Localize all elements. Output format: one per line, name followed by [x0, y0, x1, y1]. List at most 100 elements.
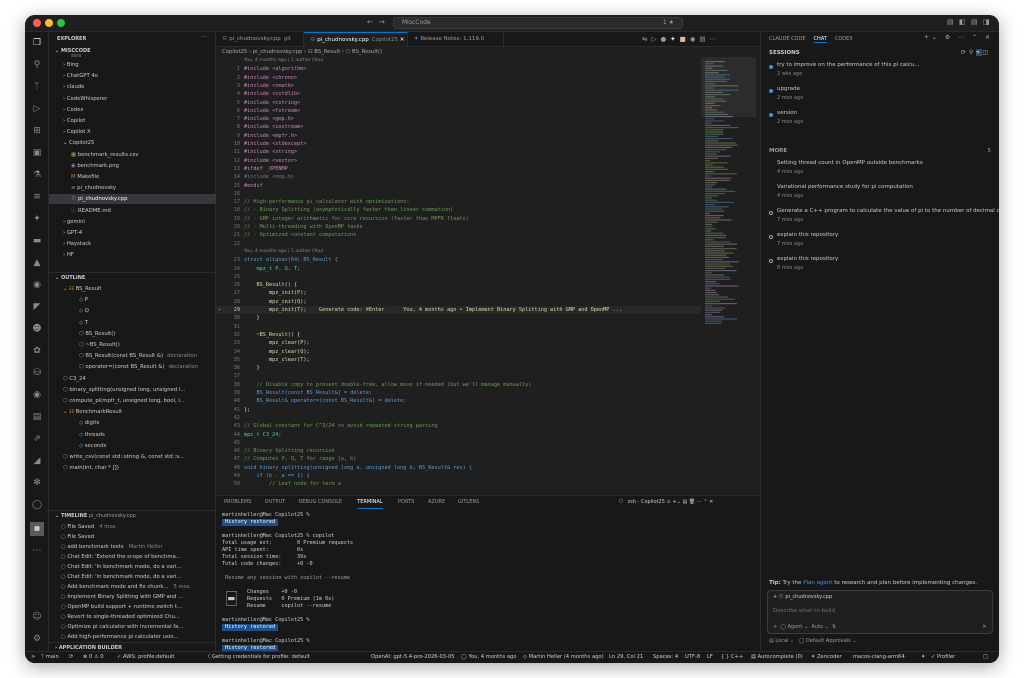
code-line[interactable]: 47 // Computes P, Q, T for range [a, b) [216, 455, 701, 463]
source-control-icon[interactable]: ᛉ [30, 80, 44, 94]
azure-icon[interactable]: ▲ [30, 256, 44, 270]
editor-tab[interactable]: ✦ Release Notes: 1.119.0 [408, 32, 504, 47]
compass-icon[interactable]: ✻ [30, 476, 44, 490]
code-line[interactable]: 26 BS_Result() { [216, 281, 701, 289]
layout-sessions-icon[interactable]: ◫ [982, 49, 991, 56]
code-line[interactable]: 43 // Global constant for C^3/24 to avoid… [216, 422, 701, 430]
export-icon[interactable]: ⇗ [30, 432, 44, 446]
code-line[interactable]: 29 mpz_init(T); Generate code: ⌘Enter Yo… [216, 306, 701, 315]
code-line[interactable]: 37 [216, 372, 701, 380]
palette-icon[interactable]: ▦ [30, 522, 44, 536]
code-line[interactable]: 9 #include <mpfr.h> [216, 132, 701, 140]
tree-item[interactable]: › Codex [49, 105, 216, 115]
tree-item[interactable]: › GPT-4 [49, 228, 216, 238]
chat-tab[interactable]: CODEX [835, 36, 853, 42]
timeline-item[interactable]: ○ add benchmark tests Martin Heller [49, 542, 216, 552]
code-line[interactable]: 42 [216, 414, 701, 422]
outline-item[interactable]: ⬡ operator=(const BS_Result &) declaratio… [49, 362, 216, 372]
outline-item[interactable]: ◇ digits [49, 418, 216, 428]
outline-item[interactable]: ◇ P [49, 295, 216, 305]
refresh-icon[interactable]: ⟳ [961, 49, 969, 56]
outline-item[interactable]: ⬡ BS_Result(const BS_Result &) declaratio… [49, 351, 216, 361]
code-line[interactable]: 6 #include <fstream> [216, 107, 701, 115]
line-endings[interactable]: LF [707, 652, 713, 663]
code-line[interactable]: 11 #include <string> [216, 148, 701, 156]
timeline-item[interactable]: ○ Add high-performance pi calculator usi… [49, 632, 216, 642]
chat-tab[interactable]: CLAUDE CODE [769, 36, 806, 42]
outline-item[interactable]: ⬡ main(int, char * []) [49, 463, 216, 473]
code-line[interactable]: 25 [216, 273, 701, 281]
copilot-spark-icon[interactable]: ✦ [30, 212, 44, 226]
timeline-item[interactable]: ○ Optimize pi calculator with incrementa… [49, 622, 216, 632]
compiler-status[interactable]: macos-clang-arm64 [853, 652, 905, 663]
session-item[interactable]: Setting thread count in OpenMP outside b… [769, 160, 994, 182]
code-line[interactable]: 27 mpz_init(P); [216, 289, 701, 297]
code-line[interactable]: 34 mpz_clear(Q); [216, 348, 701, 356]
sessions-toolbar[interactable]: ⟳⚲▿◫ [961, 49, 991, 56]
extensions-icon[interactable]: ⊞ [30, 124, 44, 138]
outline-item[interactable]: ⬡ binary_splitting(unsigned long, unsign… [49, 385, 216, 395]
outline-item[interactable]: ◇ threads [49, 430, 216, 440]
sparkle-icon[interactable]: ■ [680, 35, 690, 43]
forward-arrow-icon[interactable]: → [379, 18, 385, 26]
panel-tab[interactable]: AZURE [428, 496, 445, 509]
code-line[interactable]: 24 mpz_t P, Q, T; [216, 265, 701, 273]
code-line[interactable]: 12 #include <vector> [216, 157, 701, 165]
toggle-sidebar-icon[interactable]: ◧ [959, 18, 966, 26]
outline-item[interactable]: ⬡ write_csv(const std::string &, const s… [49, 452, 216, 462]
openai-model[interactable]: OpenAI: gpt-5.4-pro-2026-03-05 [371, 652, 455, 663]
code-line[interactable]: 41}; [216, 406, 701, 414]
code-line[interactable]: 38 // Disable copy to prevent double-fre… [216, 381, 701, 389]
code-line[interactable]: 15 #endif [216, 182, 701, 190]
outline-item[interactable]: ⬡ compute_pi(mpfr_t, unsigned long, bool… [49, 396, 216, 406]
tree-item[interactable]: › CodeWhisperer [49, 94, 216, 104]
outline-item[interactable]: ◇ T [49, 318, 216, 328]
tree-item[interactable]: › Bing [49, 60, 216, 70]
session-item[interactable]: Variational performance study for pi com… [769, 184, 994, 206]
tree-item[interactable]: © pi_chudnovsky.cpp [49, 194, 216, 205]
database-icon[interactable]: ⛁ [30, 366, 44, 380]
toggle-panel-icon[interactable]: ▤ [971, 18, 978, 26]
panel-tab[interactable]: TERMINAL [357, 496, 383, 509]
code-line[interactable]: 48 void binary_splitting(unsigned long a,… [216, 464, 701, 472]
panel-tab[interactable]: PORTS [398, 496, 414, 509]
minimize-window-button[interactable] [45, 19, 53, 27]
containers-icon[interactable]: ▬ [30, 234, 44, 248]
code-line[interactable]: 50 // Leaf node for term a [216, 480, 701, 488]
tree-item[interactable]: M Makefile [49, 172, 216, 182]
code-line[interactable]: 40 BS_Result& operator=(const BS_Result&… [216, 397, 701, 405]
minimap-viewport[interactable] [701, 57, 756, 117]
terminal-output[interactable]: martinheller@Mac Copilot25 % History res… [222, 512, 752, 652]
timeline-item[interactable]: ○ OpenMP build support + runtime switch … [49, 602, 216, 612]
tree-item[interactable]: ⓘ README.md [49, 206, 216, 216]
timeline-item[interactable]: ○ File Saved 4 mos [49, 522, 216, 532]
code-line[interactable]: 18 // - Binary Splitting (asymptotically … [216, 206, 701, 214]
timeline-item[interactable]: ○ Add benchmark mode and fix chunk... 5 m… [49, 582, 216, 592]
code-line[interactable]: 19 // - GMP integer arithmetic for core r… [216, 215, 701, 223]
debug-icon[interactable]: ● [660, 35, 670, 43]
context-chip[interactable]: + © pi_chudnovsky.cpp [773, 594, 832, 600]
timeline-item[interactable]: ○ Chat Edit: 'Extend the scope of benchm… [49, 552, 216, 562]
timeline-item[interactable]: ○ Chat Edit: 'In benchmark mode, do a va… [49, 572, 216, 582]
code-line[interactable]: 32 ~BS_Result() { [216, 331, 701, 339]
breadcrumb-item[interactable]: Copilot25 [222, 49, 247, 55]
tree-item[interactable]: › Haystack [49, 239, 216, 249]
code-line[interactable]: 2 #include <chrono> [216, 74, 701, 82]
autocomplete-status[interactable]: ▤ Autocomplete (0) [751, 652, 803, 663]
panel-tab[interactable]: PROBLEMS [224, 496, 251, 509]
tree-item[interactable]: ⌄ Copilot25 [49, 138, 216, 148]
testing-icon[interactable]: ⚗ [30, 168, 44, 182]
code-line[interactable]: 3 #include <cmath> [216, 82, 701, 90]
agent-picker[interactable]: Agent [788, 624, 803, 630]
timeline-item[interactable]: ○ Implement Binary Splitting with GMP an… [49, 592, 216, 602]
breadcrumb-item[interactable]: pi_chudnovsky.cpp [253, 49, 303, 55]
tools-icon[interactable]: ⇅ [832, 624, 836, 630]
copilot-status-icon[interactable]: ✦ [921, 652, 925, 663]
panel-tab[interactable]: OUTPUT [265, 496, 285, 509]
tree-item[interactable]: › claude [49, 82, 216, 92]
code-line[interactable]: 20 // - Multi-threading with OpenMP tasks [216, 223, 701, 231]
code-line[interactable]: 22 [216, 240, 701, 248]
tree-item[interactable]: › HF [49, 250, 216, 260]
account-icon[interactable]: ☺ [30, 610, 44, 624]
approvals-picker[interactable]: Default Approvals [806, 638, 851, 644]
